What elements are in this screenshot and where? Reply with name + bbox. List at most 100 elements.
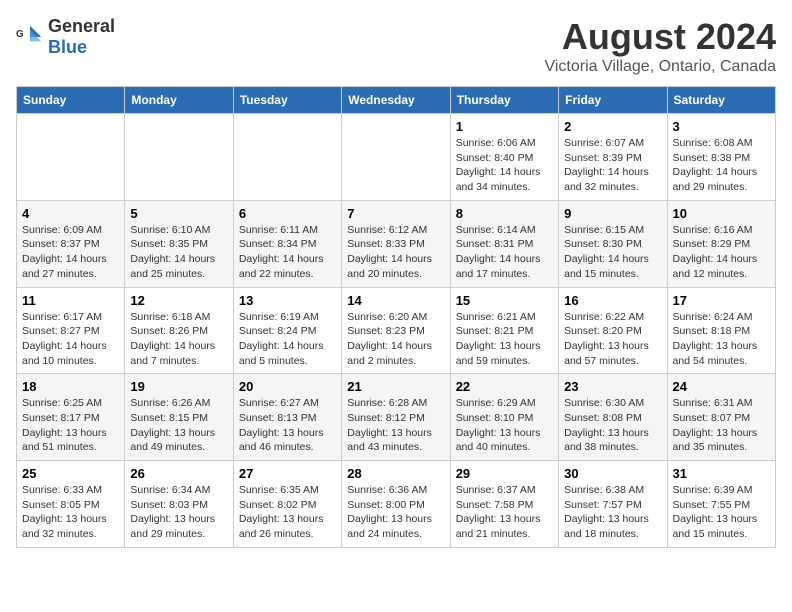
calendar-table: SundayMondayTuesdayWednesdayThursdayFrid…	[16, 86, 776, 548]
calendar-cell: 10Sunrise: 6:16 AM Sunset: 8:29 PM Dayli…	[667, 200, 775, 287]
svg-text:G: G	[16, 29, 24, 40]
calendar-cell: 13 Sunrise: 6:19 AM Sunset: 8:24 PM Dayli…	[233, 287, 341, 374]
day-number: 9	[564, 206, 661, 221]
day-info: Sunrise: 6:16 AM Sunset: 8:29 PM Dayligh…	[673, 223, 770, 282]
day-number: 7	[347, 206, 444, 221]
calendar-cell: 22 Sunrise: 6:29 AM Sunset: 8:10 PM Dayli…	[450, 374, 558, 461]
day-header-tuesday: Tuesday	[233, 87, 341, 114]
day-number: 13	[239, 293, 336, 308]
logo-icon: G	[16, 23, 44, 51]
day-info: Sunrise: 6:39 AM Sunset: 7:55 PM Dayligh…	[673, 483, 770, 542]
calendar-cell: 30Sunrise: 6:38 AM Sunset: 7:57 PM Dayli…	[559, 461, 667, 548]
day-info: Sunrise: 6:35 AM Sunset: 8:02 PM Dayligh…	[239, 483, 336, 542]
day-info: Sunrise: 6:10 AM Sunset: 8:35 PM Dayligh…	[130, 223, 227, 282]
day-number: 6	[239, 206, 336, 221]
day-header-friday: Friday	[559, 87, 667, 114]
calendar-cell: 11 Sunrise: 6:17 AM Sunset: 8:27 PM Dayli…	[17, 287, 125, 374]
week-row-1: 4 Sunrise: 6:09 AM Sunset: 8:37 PM Daylig…	[17, 200, 776, 287]
day-number: 4	[22, 206, 119, 221]
logo-text: General Blue	[48, 16, 115, 58]
calendar-cell: 21Sunrise: 6:28 AM Sunset: 8:12 PM Dayli…	[342, 374, 450, 461]
calendar-cell: 28Sunrise: 6:36 AM Sunset: 8:00 PM Dayli…	[342, 461, 450, 548]
day-info: Sunrise: 6:18 AM Sunset: 8:26 PM Dayligh…	[130, 310, 227, 369]
day-number: 20	[239, 379, 336, 394]
day-number: 18	[22, 379, 119, 394]
day-info: Sunrise: 6:12 AM Sunset: 8:33 PM Dayligh…	[347, 223, 444, 282]
day-info: Sunrise: 6:11 AM Sunset: 8:34 PM Dayligh…	[239, 223, 336, 282]
calendar-cell	[17, 114, 125, 201]
calendar-cell: 6 Sunrise: 6:11 AM Sunset: 8:34 PM Daylig…	[233, 200, 341, 287]
day-info: Sunrise: 6:30 AM Sunset: 8:08 PM Dayligh…	[564, 396, 661, 455]
subtitle: Victoria Village, Ontario, Canada	[544, 58, 776, 76]
day-number: 17	[673, 293, 770, 308]
calendar-cell: 4 Sunrise: 6:09 AM Sunset: 8:37 PM Daylig…	[17, 200, 125, 287]
day-info: Sunrise: 6:36 AM Sunset: 8:00 PM Dayligh…	[347, 483, 444, 542]
logo: G General Blue	[16, 16, 115, 58]
calendar-cell: 24Sunrise: 6:31 AM Sunset: 8:07 PM Dayli…	[667, 374, 775, 461]
day-header-wednesday: Wednesday	[342, 87, 450, 114]
calendar-cell: 1 Sunrise: 6:06 AM Sunset: 8:40 PM Daylig…	[450, 114, 558, 201]
day-info: Sunrise: 6:08 AM Sunset: 8:38 PM Dayligh…	[673, 136, 770, 195]
day-number: 21	[347, 379, 444, 394]
day-number: 26	[130, 466, 227, 481]
day-number: 27	[239, 466, 336, 481]
day-info: Sunrise: 6:22 AM Sunset: 8:20 PM Dayligh…	[564, 310, 661, 369]
day-info: Sunrise: 6:25 AM Sunset: 8:17 PM Dayligh…	[22, 396, 119, 455]
day-header-saturday: Saturday	[667, 87, 775, 114]
calendar-cell: 5 Sunrise: 6:10 AM Sunset: 8:35 PM Daylig…	[125, 200, 233, 287]
day-number: 19	[130, 379, 227, 394]
day-info: Sunrise: 6:34 AM Sunset: 8:03 PM Dayligh…	[130, 483, 227, 542]
day-info: Sunrise: 6:09 AM Sunset: 8:37 PM Dayligh…	[22, 223, 119, 282]
calendar-cell: 3Sunrise: 6:08 AM Sunset: 8:38 PM Daylig…	[667, 114, 775, 201]
day-number: 29	[456, 466, 553, 481]
week-row-4: 25Sunrise: 6:33 AM Sunset: 8:05 PM Dayli…	[17, 461, 776, 548]
day-header-monday: Monday	[125, 87, 233, 114]
day-number: 31	[673, 466, 770, 481]
logo-blue: Blue	[48, 37, 87, 57]
day-info: Sunrise: 6:15 AM Sunset: 8:30 PM Dayligh…	[564, 223, 661, 282]
day-number: 5	[130, 206, 227, 221]
calendar-cell: 16 Sunrise: 6:22 AM Sunset: 8:20 PM Dayli…	[559, 287, 667, 374]
day-info: Sunrise: 6:19 AM Sunset: 8:24 PM Dayligh…	[239, 310, 336, 369]
day-number: 14	[347, 293, 444, 308]
calendar-cell: 31 Sunrise: 6:39 AM Sunset: 7:55 PM Dayli…	[667, 461, 775, 548]
day-number: 15	[456, 293, 553, 308]
calendar-cell: 2Sunrise: 6:07 AM Sunset: 8:39 PM Daylig…	[559, 114, 667, 201]
day-info: Sunrise: 6:37 AM Sunset: 7:58 PM Dayligh…	[456, 483, 553, 542]
calendar-cell	[125, 114, 233, 201]
calendar-cell	[342, 114, 450, 201]
day-number: 23	[564, 379, 661, 394]
calendar-cell: 23 Sunrise: 6:30 AM Sunset: 8:08 PM Dayli…	[559, 374, 667, 461]
page-header: G General Blue August 2024 Victoria Vill…	[16, 16, 776, 76]
calendar-cell: 12Sunrise: 6:18 AM Sunset: 8:26 PM Dayli…	[125, 287, 233, 374]
day-number: 22	[456, 379, 553, 394]
day-info: Sunrise: 6:06 AM Sunset: 8:40 PM Dayligh…	[456, 136, 553, 195]
calendar-cell: 8Sunrise: 6:14 AM Sunset: 8:31 PM Daylig…	[450, 200, 558, 287]
calendar-cell: 18 Sunrise: 6:25 AM Sunset: 8:17 PM Dayli…	[17, 374, 125, 461]
day-info: Sunrise: 6:27 AM Sunset: 8:13 PM Dayligh…	[239, 396, 336, 455]
calendar-cell: 29 Sunrise: 6:37 AM Sunset: 7:58 PM Dayli…	[450, 461, 558, 548]
day-info: Sunrise: 6:24 AM Sunset: 8:18 PM Dayligh…	[673, 310, 770, 369]
calendar-cell: 20 Sunrise: 6:27 AM Sunset: 8:13 PM Dayli…	[233, 374, 341, 461]
day-header-sunday: Sunday	[17, 87, 125, 114]
day-number: 30	[564, 466, 661, 481]
day-number: 16	[564, 293, 661, 308]
day-number: 24	[673, 379, 770, 394]
day-info: Sunrise: 6:26 AM Sunset: 8:15 PM Dayligh…	[130, 396, 227, 455]
week-row-3: 18 Sunrise: 6:25 AM Sunset: 8:17 PM Dayli…	[17, 374, 776, 461]
day-info: Sunrise: 6:29 AM Sunset: 8:10 PM Dayligh…	[456, 396, 553, 455]
logo-general: General	[48, 16, 115, 36]
day-info: Sunrise: 6:17 AM Sunset: 8:27 PM Dayligh…	[22, 310, 119, 369]
calendar-cell: 17 Sunrise: 6:24 AM Sunset: 8:18 PM Dayli…	[667, 287, 775, 374]
calendar-cell: 7 Sunrise: 6:12 AM Sunset: 8:33 PM Daylig…	[342, 200, 450, 287]
day-number: 1	[456, 119, 553, 134]
calendar-cell: 25Sunrise: 6:33 AM Sunset: 8:05 PM Dayli…	[17, 461, 125, 548]
day-number: 11	[22, 293, 119, 308]
calendar-cell	[233, 114, 341, 201]
header-row: SundayMondayTuesdayWednesdayThursdayFrid…	[17, 87, 776, 114]
calendar-cell: 27 Sunrise: 6:35 AM Sunset: 8:02 PM Dayli…	[233, 461, 341, 548]
day-number: 2	[564, 119, 661, 134]
main-title: August 2024	[544, 16, 776, 58]
day-header-thursday: Thursday	[450, 87, 558, 114]
day-info: Sunrise: 6:14 AM Sunset: 8:31 PM Dayligh…	[456, 223, 553, 282]
